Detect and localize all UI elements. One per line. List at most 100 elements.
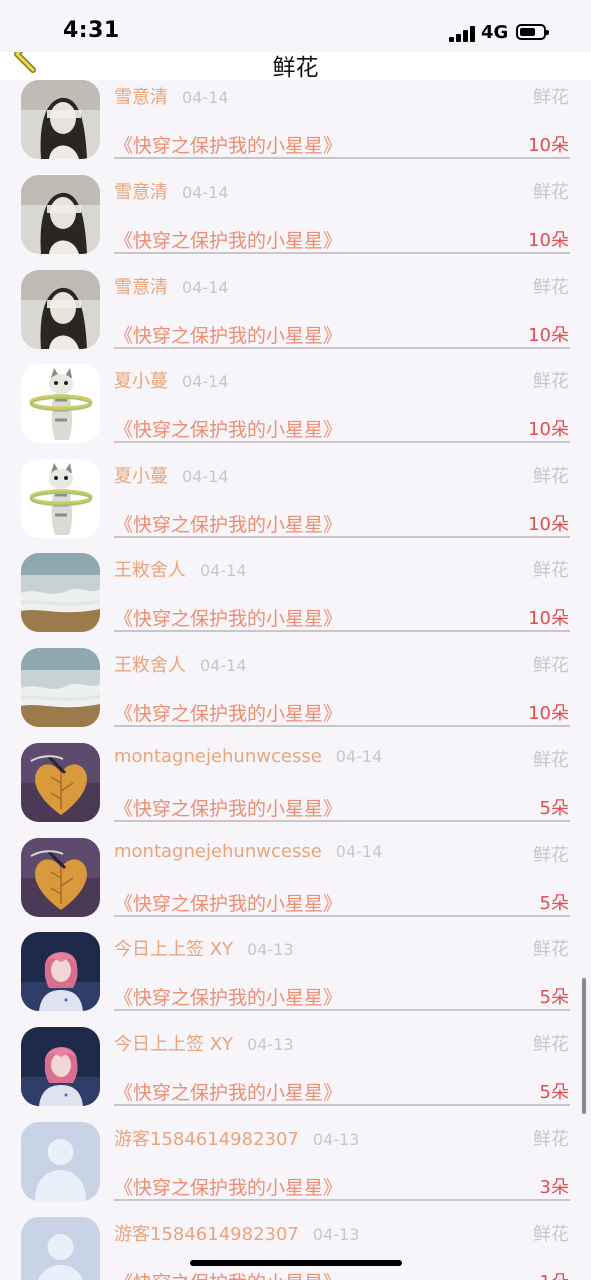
date: 04-14 xyxy=(200,656,247,675)
username-text: 游客1584614982307 xyxy=(114,1224,299,1245)
username-text: 夏小蔓 xyxy=(114,371,168,392)
gift-amount: 3朵 xyxy=(539,1177,569,1198)
divider xyxy=(114,347,570,349)
gift-amount: 5朵 xyxy=(539,893,569,914)
book-title[interactable]: 《快穿之保护我的小星星》 xyxy=(114,794,342,821)
avatar-portrait-woman[interactable] xyxy=(21,270,100,349)
list-item[interactable]: 雪意清 04-14 鲜花 《快穿之保护我的小星星》 10朵 xyxy=(0,175,591,270)
list-item[interactable]: 夏小蔓 04-14 鲜花 《快穿之保护我的小星星》 10朵 xyxy=(0,364,591,459)
username: montagnejehunwcesse 04-14 xyxy=(114,841,382,862)
book-title[interactable]: 《快穿之保护我的小星星》 xyxy=(114,983,342,1010)
username-text: 夏小蔓 xyxy=(114,466,168,487)
book-title[interactable]: 《快穿之保护我的小星星》 xyxy=(114,321,342,348)
avatar-heart-leaf[interactable] xyxy=(21,743,100,822)
date: 04-14 xyxy=(182,467,229,486)
list-item[interactable]: 雪意清 04-14 鲜花 《快穿之保护我的小星星》 10朵 xyxy=(0,80,591,175)
divider xyxy=(114,725,570,727)
username: 今日上上签 XY 04-13 xyxy=(114,935,294,961)
gift-type: 鲜花 xyxy=(533,939,569,960)
divider xyxy=(114,1009,570,1011)
book-title[interactable]: 《快穿之保护我的小星星》 xyxy=(114,131,342,158)
username: montagnejehunwcesse 04-14 xyxy=(114,746,382,767)
list-item[interactable]: montagnejehunwcesse 04-14 鲜花 《快穿之保护我的小星星》… xyxy=(0,743,591,838)
book-title[interactable]: 《快穿之保护我的小星星》 xyxy=(114,226,342,253)
date: 04-13 xyxy=(312,1130,360,1149)
gift-amount: 5朵 xyxy=(539,798,569,819)
scrollbar[interactable] xyxy=(582,978,586,1114)
divider xyxy=(114,1104,570,1106)
book-title[interactable]: 《快穿之保护我的小星星》 xyxy=(114,604,342,631)
divider xyxy=(114,630,570,632)
avatar-heart-leaf[interactable] xyxy=(21,838,100,917)
book-title[interactable]: 《快穿之保护我的小星星》 xyxy=(114,1173,342,1200)
divider xyxy=(114,157,570,159)
date: 04-14 xyxy=(182,372,229,391)
avatar-portrait-woman[interactable] xyxy=(21,175,100,254)
username: 夏小蔓 04-14 xyxy=(114,367,229,393)
list-item[interactable]: 今日上上签 XY 04-13 鲜花 《快穿之保护我的小星星》 5朵 xyxy=(0,1027,591,1122)
date: 04-13 xyxy=(312,1225,360,1244)
network-type: 4G xyxy=(481,22,509,43)
list-item[interactable]: 今日上上签 XY 04-13 鲜花 《快穿之保护我的小星星》 5朵 xyxy=(0,932,591,1027)
avatar-default-person[interactable] xyxy=(21,1122,100,1201)
status-time: 4:31 xyxy=(63,18,120,43)
gift-amount: 10朵 xyxy=(528,419,569,440)
gift-amount: 1朵 xyxy=(540,1268,569,1280)
book-title[interactable]: 《快穿之保护我的小星星》 xyxy=(114,1078,342,1105)
divider xyxy=(114,536,570,538)
avatar-anime-pink-hair[interactable] xyxy=(21,932,100,1011)
username-text: 王敉舍人 xyxy=(114,560,186,581)
avatar-cat-hula-hoop[interactable] xyxy=(21,459,100,538)
flower-record-list[interactable]: 雪意清 04-14 鲜花 《快穿之保护我的小星星》 10朵 雪意清 04-14 鲜花… xyxy=(0,80,591,1280)
gift-type: 鲜花 xyxy=(533,466,569,487)
avatar-default-person[interactable] xyxy=(21,1217,100,1280)
book-title[interactable]: 《快穿之保护我的小星星》 xyxy=(114,889,342,916)
divider xyxy=(114,441,570,443)
list-item[interactable]: 王敉舍人 04-14 鲜花 《快穿之保护我的小星星》 10朵 xyxy=(0,553,591,648)
username: 游客1584614982307 04-13 xyxy=(114,1125,359,1151)
date: 04-14 xyxy=(335,842,383,861)
username-text: 雪意清 xyxy=(114,277,168,298)
gift-type: 鲜花 xyxy=(533,1224,569,1245)
gift-type: 鲜花 xyxy=(533,560,569,581)
list-item[interactable]: 雪意清 04-14 鲜花 《快穿之保护我的小星星》 10朵 xyxy=(0,270,591,365)
username: 雪意清 04-14 xyxy=(114,273,229,299)
page-title: 鲜花 xyxy=(272,55,319,81)
gift-type: 鲜花 xyxy=(533,655,569,676)
list-item[interactable]: 游客1584614982307 04-13 鲜花 《快穿之保护我的小星星》 3朵 xyxy=(0,1122,591,1217)
avatar-portrait-woman[interactable] xyxy=(21,80,100,159)
username-text: 今日上上签 XY xyxy=(114,1034,234,1055)
avatar-beach-waves[interactable] xyxy=(21,553,100,632)
divider xyxy=(114,1199,570,1201)
username-text: 游客1584614982307 xyxy=(114,1129,299,1150)
list-item[interactable]: 夏小蔓 04-14 鲜花 《快穿之保护我的小星星》 10朵 xyxy=(0,459,591,554)
avatar-anime-pink-hair[interactable] xyxy=(21,1027,100,1106)
list-item[interactable]: 王敉舍人 04-14 鲜花 《快穿之保护我的小星星》 10朵 xyxy=(0,648,591,743)
list-item[interactable]: montagnejehunwcesse 04-14 鲜花 《快穿之保护我的小星星》… xyxy=(0,838,591,933)
avatar-beach-waves[interactable] xyxy=(21,648,100,727)
date: 04-14 xyxy=(182,183,229,202)
avatar-cat-hula-hoop[interactable] xyxy=(21,364,100,443)
username: 王敉舍人 04-14 xyxy=(114,556,247,582)
gift-amount: 5朵 xyxy=(539,987,569,1008)
divider xyxy=(114,252,570,254)
username-text: montagnejehunwcesse xyxy=(114,746,322,767)
date: 04-13 xyxy=(247,940,294,959)
username: 今日上上签 XY 04-13 xyxy=(114,1030,294,1056)
username: 雪意清 04-14 xyxy=(114,178,229,204)
book-title[interactable]: 《快穿之保护我的小星星》 xyxy=(114,510,342,537)
username-text: montagnejehunwcesse xyxy=(114,841,322,862)
date: 04-14 xyxy=(200,561,247,580)
book-title[interactable]: 《快穿之保护我的小星星》 xyxy=(114,415,342,442)
list-item[interactable]: 游客1584614982307 04-13 鲜花 《快穿之保护我的小星星》 1朵 xyxy=(0,1217,591,1280)
username-text: 王敉舍人 xyxy=(114,655,186,676)
gift-amount: 10朵 xyxy=(528,703,569,724)
gift-type: 鲜花 xyxy=(533,845,569,866)
home-indicator[interactable] xyxy=(190,1260,402,1266)
book-title[interactable]: 《快穿之保护我的小星星》 xyxy=(114,699,342,726)
battery-icon xyxy=(516,24,549,40)
gift-amount: 10朵 xyxy=(528,514,569,535)
username: 雪意清 04-14 xyxy=(114,83,229,109)
book-title[interactable]: 《快穿之保护我的小星星》 xyxy=(114,1268,342,1280)
gift-type: 鲜花 xyxy=(533,1129,569,1150)
